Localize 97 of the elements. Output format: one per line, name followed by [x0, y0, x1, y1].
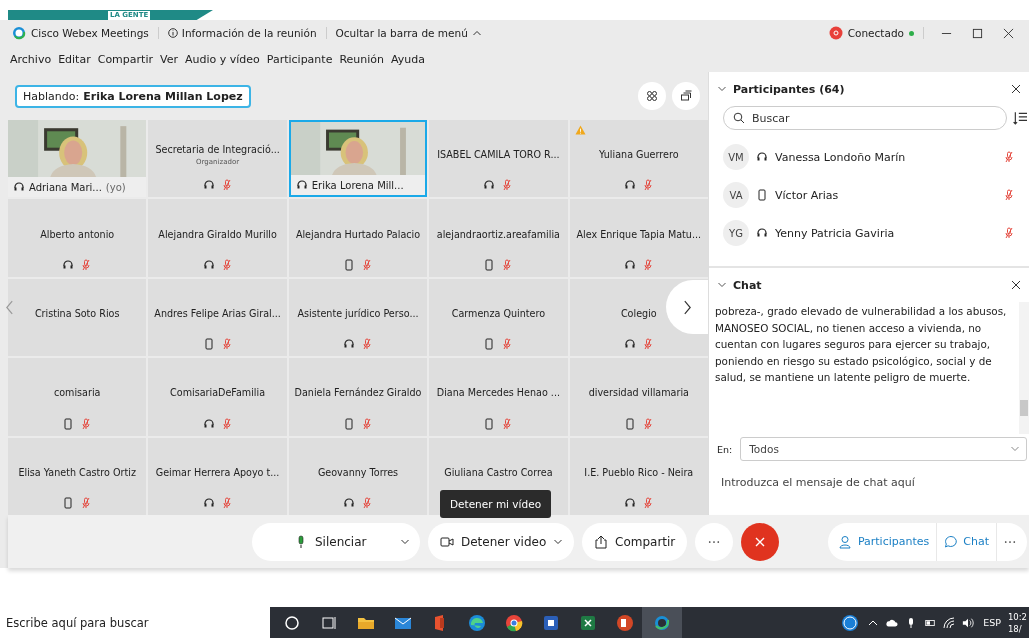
stop-video-button[interactable]: Detener video	[428, 522, 574, 561]
status-dot-icon	[909, 30, 914, 36]
participant-name: Adriana Mari...	[29, 181, 102, 193]
clock-date: 18/	[1007, 622, 1023, 635]
participant-name: Alejandra Giraldo Murillo	[158, 228, 277, 240]
participant-name: Geovanny Torres	[317, 466, 399, 478]
participant-name: Alberto antonio	[40, 228, 115, 240]
grid-view-button[interactable]	[638, 82, 666, 110]
participant-name: Alex Enrique Tapia Matu...	[576, 228, 702, 240]
browser-icon[interactable]	[467, 612, 487, 633]
close-icon	[1002, 27, 1014, 39]
meeting-info-button[interactable]: Información de la reunión	[167, 27, 317, 39]
menu-item[interactable]: Ver	[159, 52, 178, 66]
participant-name: Diana Mercedes Henao ...	[436, 387, 560, 399]
app-logo-icon	[12, 26, 26, 40]
recipient-label: En:	[717, 443, 733, 455]
close-icon[interactable]	[1011, 84, 1021, 94]
avatar-initials: VM	[723, 144, 749, 170]
menu-item[interactable]: Participante	[266, 52, 333, 66]
participant-name: ISABEL CAMILA TORO R...	[437, 149, 560, 161]
grid-icon	[646, 90, 658, 102]
speaker-name: Erika Lorena Millan Lopez	[83, 89, 243, 103]
person-icon	[838, 534, 853, 549]
panel-title: Participantes (64)	[733, 82, 845, 96]
search-icon	[733, 112, 745, 124]
participant-name: Asistente jurídico Perso...	[297, 308, 419, 319]
participant-name: Elisa Yaneth Castro Ortiz	[18, 466, 136, 478]
participant-name: Yuliana Guerrero	[599, 149, 679, 161]
self-tag: (yo)	[105, 181, 126, 193]
participant-name: Carmenza Quintero	[451, 308, 546, 319]
menu-item[interactable]: Reunión	[339, 52, 385, 66]
chat-button[interactable]: Chat	[937, 522, 997, 561]
language-indicator[interactable]: ESP	[983, 617, 1001, 628]
record-icon	[828, 26, 843, 40]
chevron-left-icon	[4, 299, 14, 315]
chat-bubble-icon	[944, 534, 959, 549]
share-button[interactable]: Compartir	[582, 522, 688, 561]
info-icon	[167, 28, 178, 38]
chrome-icon[interactable]	[504, 612, 524, 633]
close-icon[interactable]	[1011, 280, 1021, 290]
layout-button[interactable]	[672, 82, 700, 110]
menu-item[interactable]: Ayuda	[391, 52, 426, 66]
leave-meeting-button[interactable]	[741, 522, 780, 561]
participant-name: Geimar Herrera Apoyo t...	[155, 466, 280, 478]
avatar-initials: VA	[723, 182, 749, 208]
participant-name: Daniela Fernández Giraldo	[294, 387, 422, 399]
recipient-dropdown[interactable]: Todos	[740, 437, 1027, 461]
participant-name: ComisariaDeFamilia	[170, 387, 266, 399]
panel-title: Chat	[733, 278, 762, 292]
caret-icon	[1010, 444, 1020, 454]
participant-name: Alejandra Hurtado Palacio	[295, 228, 421, 240]
hide-menu-button[interactable]: Ocultar la barra de menú	[335, 27, 482, 39]
participant-name: Yenny Patricia Gaviria	[775, 226, 895, 240]
tooltip: Detener mi vídeo	[440, 490, 552, 518]
share-icon	[594, 534, 608, 549]
participant-name: diversidad villamaria	[588, 387, 689, 399]
participant-name: Secretaria de Integració...	[155, 143, 280, 155]
app-title: Cisco Webex Meetings	[31, 27, 149, 39]
participant-name: Andres Felipe Arias Giral...	[154, 308, 281, 319]
connection-status: Conectado	[847, 27, 904, 39]
more-icon	[1004, 539, 1016, 544]
sort-icon[interactable]	[1013, 111, 1027, 125]
participant-name: Víctor Arias	[775, 188, 839, 202]
maximize-icon	[971, 27, 983, 39]
participant-name: I.E. Pueblo Rico - Neira	[584, 466, 694, 478]
search-field[interactable]: Buscar	[723, 106, 1007, 130]
help-icon[interactable]	[840, 612, 861, 633]
participant-name: Giuliana Castro Correa	[444, 466, 553, 478]
menu-item[interactable]: Editar	[58, 52, 91, 66]
speaking-caption: Hablando:	[23, 89, 80, 103]
stacked-windows-icon	[680, 90, 692, 102]
powerpoint-icon[interactable]	[615, 612, 635, 633]
menu-item[interactable]: Compartir	[97, 52, 153, 66]
mute-button[interactable]: Silenciar	[252, 522, 420, 561]
participant-name: comisaria	[53, 387, 101, 399]
camera-icon	[440, 534, 454, 549]
participant-row[interactable]: VM Vanessa Londoño Marín	[723, 142, 1015, 172]
participant-name: Vanessa Londoño Marín	[775, 150, 906, 164]
participant-name: Cristina Soto Rios	[34, 308, 120, 319]
chat-input[interactable]: Introduzca el mensaje de chat aquí	[719, 469, 1025, 495]
wifi-icon[interactable]	[943, 616, 956, 629]
scrollbar[interactable]	[1019, 302, 1029, 434]
menu-item[interactable]: Audio y vídeo	[184, 52, 260, 66]
participants-button[interactable]: Participantes	[831, 522, 938, 561]
participant-row[interactable]: YG Yenny Patricia Gaviria	[723, 218, 1015, 248]
participant-name: Erika Lorena Mill...	[311, 179, 404, 191]
speaker-icon[interactable]	[962, 616, 975, 629]
avatar-initials: YG	[723, 220, 749, 246]
participant-name: Colegio	[620, 308, 657, 319]
more-icon	[708, 539, 721, 544]
chat-message: pobreza-, grado elevado de vulnerabilidad a los abusos, MANOSEO SOCIAL, no tienen acceso a vivienda, no cuentan con lugares seguros para ejercer su trabajo, poniendo en riesgo su estado psicológico, social y de salud, se mantiene un latente peligro de muerte.	[715, 304, 1008, 385]
clock-time: 10:2	[1007, 610, 1027, 623]
menu-item[interactable]: Archivo	[10, 52, 52, 66]
participant-name: alejandraortiz.areafamilia	[436, 228, 560, 240]
close-icon	[754, 535, 767, 548]
participant-row[interactable]: VA Víctor Arias	[723, 180, 1015, 210]
caret-icon	[471, 28, 482, 38]
